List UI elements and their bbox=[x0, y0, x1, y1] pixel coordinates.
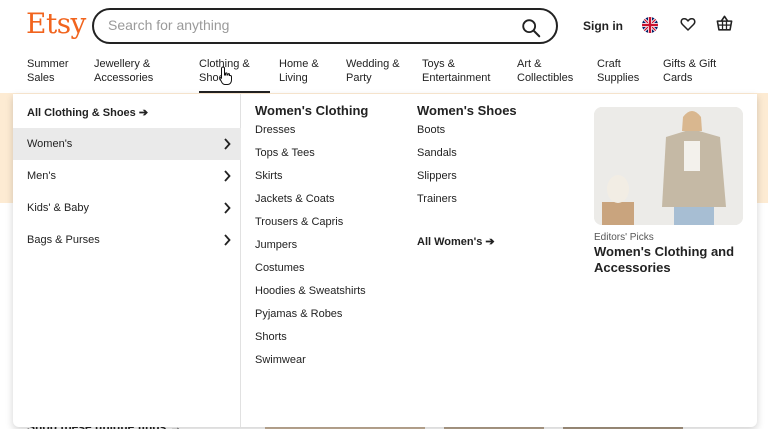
cart-basket-icon[interactable] bbox=[715, 14, 734, 33]
dropdown-sidebar: All Clothing & Shoes ➔ Women's Men's Kid… bbox=[13, 94, 241, 427]
clothing-link[interactable]: Dresses bbox=[255, 124, 295, 136]
shoes-link[interactable]: Slippers bbox=[417, 170, 457, 182]
search-bar[interactable] bbox=[92, 8, 558, 44]
shoes-link[interactable]: Trainers bbox=[417, 193, 457, 205]
clothing-link[interactable]: Swimwear bbox=[255, 354, 306, 366]
sidebar-item-label: Kids' & Baby bbox=[27, 202, 90, 214]
womens-shoes-heading[interactable]: Women's Shoes bbox=[417, 103, 517, 118]
sidebar-item-bags-purses[interactable]: Bags & Purses bbox=[13, 224, 241, 256]
shoes-link[interactable]: Sandals bbox=[417, 147, 457, 159]
clothing-link[interactable]: Tops & Tees bbox=[255, 147, 315, 159]
clothing-link[interactable]: Hoodies & Sweatshirts bbox=[255, 285, 366, 297]
clothing-link[interactable]: Jumpers bbox=[255, 239, 297, 251]
clothing-link[interactable]: Jackets & Coats bbox=[255, 193, 334, 205]
promo-image[interactable] bbox=[594, 107, 743, 225]
sidebar-item-label: Men's bbox=[27, 170, 56, 182]
shoes-link[interactable]: Boots bbox=[417, 124, 445, 136]
hand-cursor-icon bbox=[219, 66, 232, 85]
promo-kicker: Editors' Picks bbox=[594, 232, 654, 243]
sidebar-item-kids-baby[interactable]: Kids' & Baby bbox=[13, 192, 241, 224]
category-nav: Summer Sales Jewellery & Accessories Cloth… bbox=[0, 52, 768, 92]
nav-item-gifts[interactable]: Gifts & Gift Cards bbox=[663, 57, 716, 85]
sidebar-item-womens[interactable]: Women's bbox=[13, 128, 241, 160]
womens-clothing-heading[interactable]: Women's Clothing bbox=[255, 103, 368, 118]
chevron-right-icon bbox=[224, 138, 231, 150]
promo-title[interactable]: Women's Clothing and Accessories bbox=[594, 244, 744, 276]
clothing-link[interactable]: Skirts bbox=[255, 170, 283, 182]
all-womens-link[interactable]: All Women's ➔ bbox=[417, 235, 495, 248]
clothing-link[interactable]: Shorts bbox=[255, 331, 287, 343]
clothing-link[interactable]: Pyjamas & Robes bbox=[255, 308, 342, 320]
sidebar-item-label: Women's bbox=[27, 138, 73, 150]
clothing-link[interactable]: Trousers & Capris bbox=[255, 216, 343, 228]
chevron-right-icon bbox=[224, 170, 231, 182]
sign-in-link[interactable]: Sign in bbox=[583, 19, 623, 33]
chevron-right-icon bbox=[224, 234, 231, 246]
category-dropdown: All Clothing & Shoes ➔ Women's Men's Kid… bbox=[13, 94, 757, 427]
favorites-heart-icon[interactable] bbox=[679, 15, 697, 33]
nav-item-wedding-party[interactable]: Wedding & Party bbox=[346, 57, 400, 85]
nav-item-art[interactable]: Art & Collectibles bbox=[517, 57, 573, 85]
nav-item-jewellery[interactable]: Jewellery & Accessories bbox=[94, 57, 153, 85]
sidebar-item-label: Bags & Purses bbox=[27, 234, 100, 246]
nav-item-summer-sales[interactable]: Summer Sales bbox=[27, 57, 69, 85]
nav-item-home-living[interactable]: Home & Living bbox=[279, 57, 319, 85]
active-nav-underline bbox=[199, 91, 270, 93]
uk-flag-icon[interactable] bbox=[642, 17, 658, 33]
search-icon[interactable] bbox=[520, 17, 542, 39]
clothing-link[interactable]: Costumes bbox=[255, 262, 305, 274]
site-header: Etsy Sign in bbox=[0, 0, 768, 50]
nav-item-toys[interactable]: Toys & Entertainment bbox=[422, 57, 490, 85]
etsy-logo[interactable]: Etsy bbox=[26, 7, 86, 40]
sidebar-item-mens[interactable]: Men's bbox=[13, 160, 241, 192]
chevron-right-icon bbox=[224, 202, 231, 214]
nav-item-craft[interactable]: Craft Supplies bbox=[597, 57, 639, 85]
all-clothing-shoes-link[interactable]: All Clothing & Shoes ➔ bbox=[27, 106, 148, 119]
search-input[interactable] bbox=[108, 17, 508, 33]
